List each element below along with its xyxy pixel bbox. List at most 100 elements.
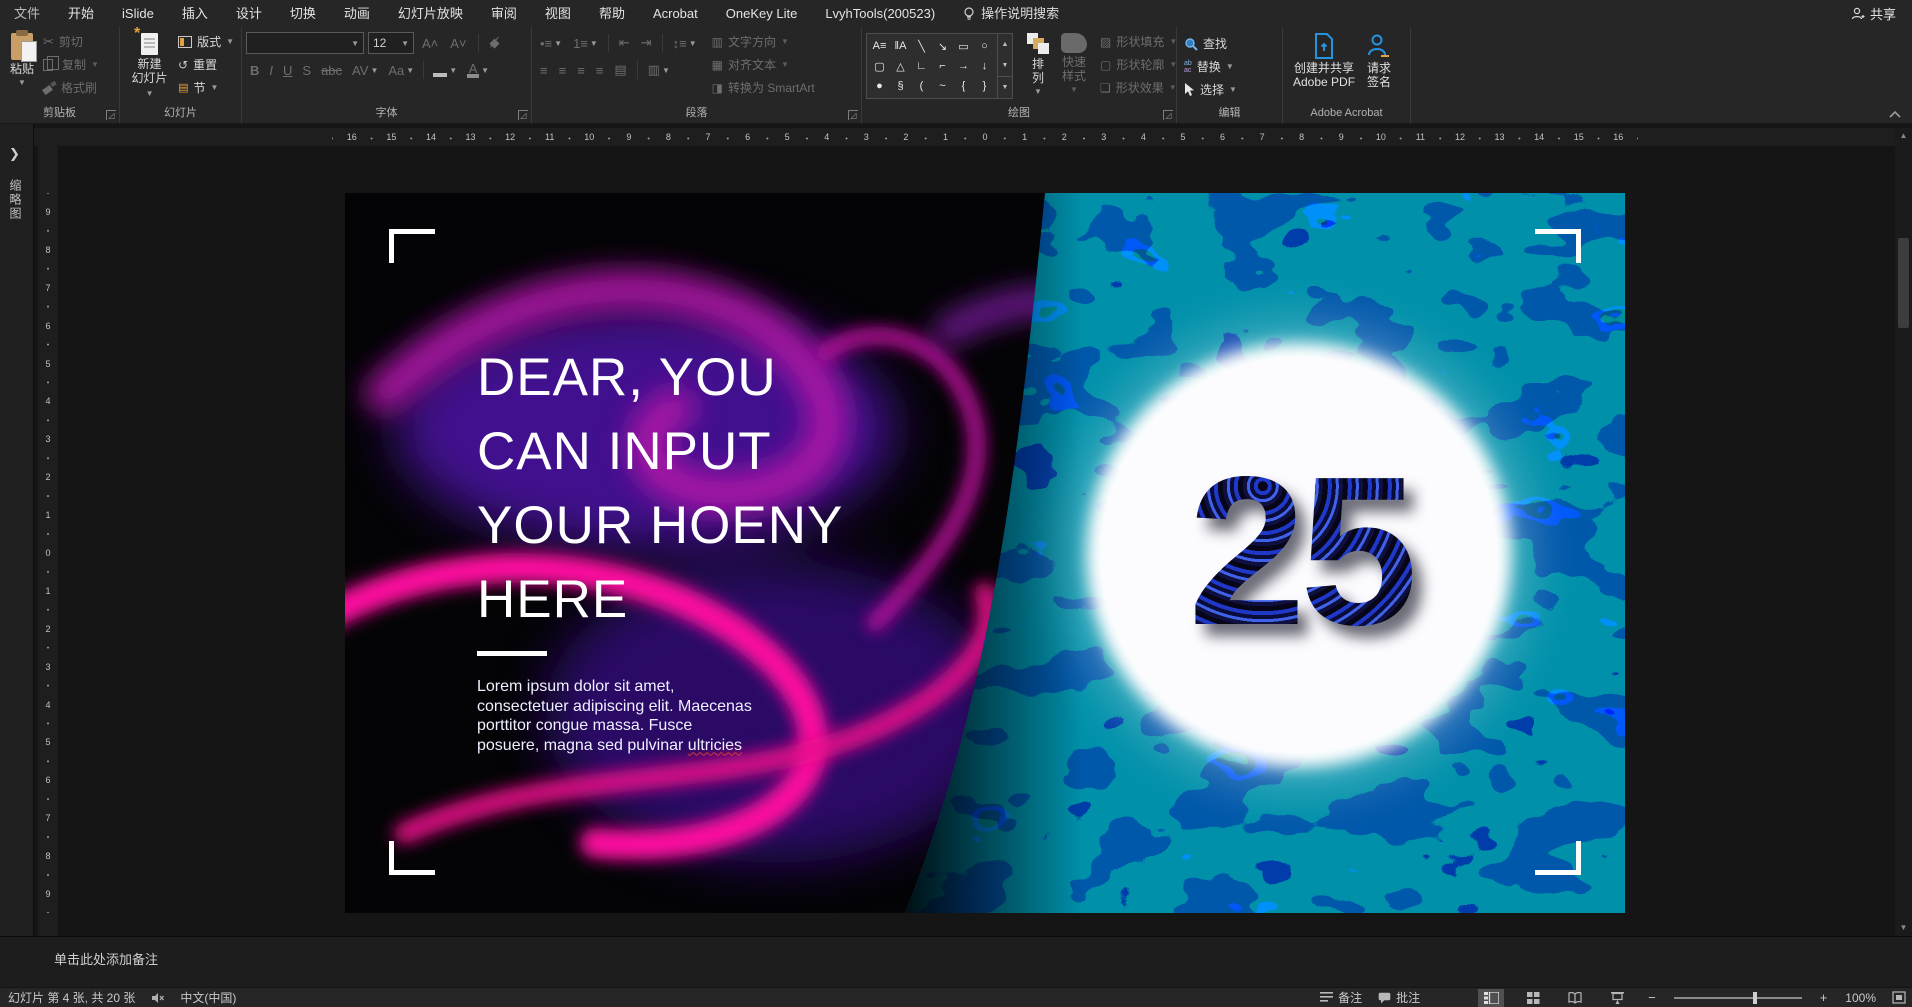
bullets-button[interactable]: •≡▼	[536, 32, 566, 54]
find-button[interactable]: 查找	[1181, 32, 1240, 55]
distribute-button[interactable]: ▤	[610, 59, 630, 81]
smartart-button[interactable]: ◨ 转换为 SmartArt	[709, 76, 818, 99]
italic-button[interactable]: I	[265, 59, 277, 81]
layout-button[interactable]: 版式 ▼	[175, 30, 237, 53]
shape-gallery-item[interactable]: ○	[974, 36, 995, 56]
expand-thumbnails-icon[interactable]: ❯	[9, 146, 20, 162]
vertical-scrollbar[interactable]: ▲ ▼	[1895, 128, 1912, 936]
menu-tab-help[interactable]: 帮助	[585, 0, 639, 27]
font-color-button[interactable]: A▼	[463, 59, 493, 81]
menu-tab-file[interactable]: 文件	[0, 0, 54, 27]
request-signature-button[interactable]: 请求签名	[1361, 30, 1397, 106]
create-share-pdf-button[interactable]: 创建并共享Adobe PDF	[1287, 30, 1361, 106]
scrollbar-thumb[interactable]	[1898, 238, 1909, 328]
notes-pane[interactable]: 单击此处添加备注	[0, 936, 1912, 987]
shape-gallery-item[interactable]: △	[890, 56, 911, 76]
underline-button[interactable]: U	[279, 59, 296, 81]
normal-view-button[interactable]	[1478, 989, 1504, 1007]
shape-gallery-item[interactable]: }	[974, 76, 995, 96]
shape-gallery-item[interactable]: ●	[869, 76, 890, 96]
thumbnail-panel-collapsed[interactable]: ❯ 缩略图	[0, 124, 34, 936]
scroll-down-arrow[interactable]: ▼	[1895, 920, 1912, 936]
shape-gallery-item[interactable]: (	[911, 76, 932, 96]
menu-tab-design[interactable]: 设计	[222, 0, 276, 27]
menu-tab-acrobat[interactable]: Acrobat	[639, 0, 712, 27]
menu-tab-insert[interactable]: 插入	[168, 0, 222, 27]
shape-gallery-item[interactable]: ~	[932, 76, 953, 96]
bold-button[interactable]: B	[246, 59, 263, 81]
change-case-button[interactable]: Aa▼	[384, 59, 418, 81]
notes-toggle-button[interactable]: 备注	[1320, 989, 1362, 1006]
menu-tab-view[interactable]: 视图	[531, 0, 585, 27]
select-button[interactable]: 选择 ▼	[1181, 78, 1240, 101]
notes-placeholder[interactable]: 单击此处添加备注	[54, 949, 158, 968]
shape-fill-button[interactable]: ▨ 形状填充▼	[1097, 30, 1180, 53]
copy-button[interactable]: 复制 ▼	[40, 53, 102, 76]
format-painter-button[interactable]: 格式刷	[40, 76, 102, 99]
shape-effects-button[interactable]: ❏ 形状效果▼	[1097, 76, 1180, 99]
zoom-out-button[interactable]: −	[1646, 990, 1658, 1005]
shape-gallery-item[interactable]: ▭	[953, 36, 974, 56]
reset-button[interactable]: ↺ 重置	[175, 53, 237, 76]
paste-button[interactable]: 粘贴 ▼	[4, 30, 40, 106]
scroll-up-arrow[interactable]: ▲	[1895, 128, 1912, 144]
highlight-color-button[interactable]: ▼	[429, 59, 461, 81]
quick-styles-button[interactable]: 快速样式 ▼	[1055, 30, 1093, 106]
slide-number-25[interactable]: 25	[1145, 398, 1455, 713]
slide-editing-area[interactable]: DEAR, YOU CAN INPUT YOUR HOENY HERE Lore…	[345, 193, 1625, 913]
shape-gallery-item[interactable]: ⌐	[932, 56, 953, 76]
shape-gallery-item[interactable]: ‖A	[890, 36, 911, 56]
collapse-ribbon-button[interactable]	[1888, 109, 1902, 119]
menu-tab-onekey[interactable]: OneKey Lite	[712, 0, 812, 27]
slide-body-text[interactable]: Lorem ipsum dolor sit amet, consectetuer…	[477, 677, 755, 755]
shape-gallery-item[interactable]: ╲	[911, 36, 932, 56]
comments-toggle-button[interactable]: 批注	[1378, 989, 1420, 1006]
character-spacing-button[interactable]: AV▼	[348, 59, 382, 81]
menu-tab-review[interactable]: 审阅	[477, 0, 531, 27]
shape-gallery-item[interactable]: §	[890, 76, 911, 96]
language-indicator[interactable]: 中文(中国)	[180, 989, 236, 1006]
cut-button[interactable]: ✂ 剪切	[40, 30, 102, 53]
line-spacing-button[interactable]: ↕≡▼	[669, 32, 701, 54]
font-name-combo[interactable]: ▼	[246, 32, 364, 54]
zoom-in-button[interactable]: +	[1818, 990, 1830, 1005]
decrease-indent-button[interactable]: ⇤	[615, 32, 634, 54]
zoom-slider-thumb[interactable]	[1753, 992, 1757, 1004]
align-text-button[interactable]: ▦ 对齐文本▼	[709, 53, 818, 76]
shape-gallery-item[interactable]: {	[953, 76, 974, 96]
share-button[interactable]: 共享	[1835, 4, 1912, 23]
gallery-more-button[interactable]: ▼	[998, 76, 1012, 98]
shape-gallery-item[interactable]: ↓	[974, 56, 995, 76]
menu-tab-slideshow[interactable]: 幻灯片放映	[384, 0, 477, 27]
gallery-up-button[interactable]: ▲	[998, 34, 1012, 55]
align-center-button[interactable]: ≡	[555, 59, 571, 81]
menu-tab-transitions[interactable]: 切换	[276, 0, 330, 27]
menu-tab-islide[interactable]: iSlide	[108, 0, 168, 27]
menu-tab-animations[interactable]: 动画	[330, 0, 384, 27]
slide-title[interactable]: DEAR, YOU CAN INPUT YOUR HOENY HERE	[477, 341, 843, 637]
align-left-button[interactable]: ≡	[536, 59, 552, 81]
replace-button[interactable]: abac 替换 ▼	[1181, 55, 1240, 78]
paste-dropdown-arrow[interactable]: ▼	[18, 78, 26, 87]
increase-font-button[interactable]: A˄	[418, 32, 442, 54]
font-size-combo[interactable]: 12▼	[368, 32, 414, 54]
new-slide-button[interactable]: * 新建 幻灯片 ▼	[124, 30, 175, 106]
arrange-button[interactable]: 排列 ▼	[1021, 30, 1055, 106]
fit-to-window-button[interactable]	[1892, 991, 1906, 1004]
clipboard-dialog-launcher[interactable]: ◿	[106, 110, 116, 120]
menu-tab-home[interactable]: 开始	[54, 0, 108, 27]
paragraph-dialog-launcher[interactable]: ◿	[848, 110, 858, 120]
text-direction-button[interactable]: ▥ 文字方向▼	[709, 30, 818, 53]
slideshow-view-button[interactable]	[1604, 989, 1630, 1007]
gallery-down-button[interactable]: ▼	[998, 55, 1012, 76]
align-right-button[interactable]: ≡	[573, 59, 589, 81]
clear-formatting-button[interactable]: ◆̸	[486, 32, 504, 54]
shape-gallery-item[interactable]: A≡	[869, 36, 890, 56]
zoom-percentage[interactable]: 100%	[1845, 991, 1876, 1005]
section-button[interactable]: ▤ 节 ▼	[175, 76, 237, 99]
numbering-button[interactable]: 1≡▼	[569, 32, 602, 54]
shape-gallery-item[interactable]: ▢	[869, 56, 890, 76]
increase-indent-button[interactable]: ⇥	[637, 32, 656, 54]
shape-gallery-item[interactable]: ↘	[932, 36, 953, 56]
shape-gallery-item[interactable]: →	[953, 56, 974, 76]
